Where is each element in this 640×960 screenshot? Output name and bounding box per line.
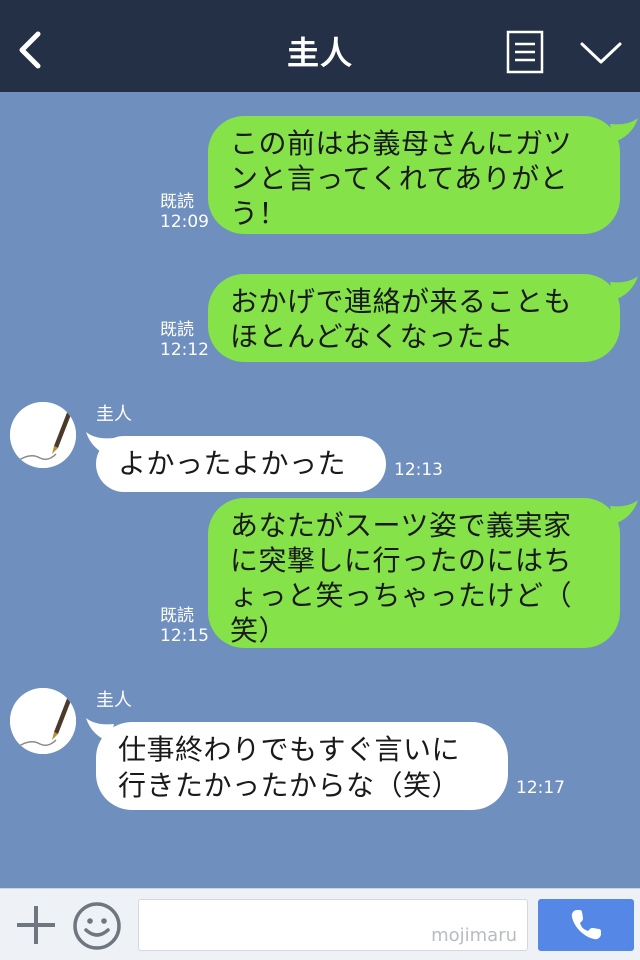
outgoing-message-bubble[interactable]: おかげで連絡が来ることも ほとんどなくなったよ xyxy=(208,274,620,362)
bubble-tail xyxy=(610,276,638,300)
sender-name: 圭人 xyxy=(96,690,132,711)
bubble-tail xyxy=(610,118,638,142)
message-input[interactable]: mojimaru xyxy=(138,899,528,951)
bubble-tail xyxy=(610,500,638,524)
message-time: 12:13 xyxy=(394,460,443,480)
message-list[interactable]: 既読 12:09 この前はお義母さんにガツ ンと言ってくれてありがと う！ 既読… xyxy=(0,92,640,888)
input-bar: mojimaru xyxy=(0,888,640,960)
read-receipt: 既読 xyxy=(160,606,194,626)
message-meta: 既読 12:12 xyxy=(160,320,209,360)
avatar[interactable] xyxy=(10,688,76,754)
message-time: 12:12 xyxy=(160,340,209,360)
incoming-message-bubble[interactable]: 仕事終わりでもすぐ言いに 行きたかったからな（笑） xyxy=(96,722,508,810)
outgoing-message-bubble[interactable]: この前はお義母さんにガツ ンと言ってくれてありがと う！ xyxy=(208,116,620,234)
message-time: 12:15 xyxy=(160,626,209,646)
message-time: 12:17 xyxy=(516,778,565,798)
pen-drawing-icon xyxy=(10,688,76,754)
phone-icon xyxy=(571,910,601,940)
pen-drawing-icon xyxy=(10,402,76,468)
outgoing-message-bubble[interactable]: あなたがスーツ姿で義実家 に突撃しに行ったのにはち ょっと笑っちゃったけど（ 笑… xyxy=(208,498,620,648)
notes-icon[interactable] xyxy=(506,30,544,74)
message-time: 12:09 xyxy=(160,212,209,232)
call-button[interactable] xyxy=(538,899,634,951)
read-receipt: 既読 xyxy=(160,192,194,212)
chat-header: 圭人 xyxy=(0,0,640,92)
read-receipt: 既読 xyxy=(160,320,194,340)
sender-name: 圭人 xyxy=(96,404,132,425)
chat-title: 圭人 xyxy=(286,34,353,72)
smile-icon[interactable] xyxy=(72,901,122,951)
avatar[interactable] xyxy=(10,402,76,468)
incoming-message-bubble[interactable]: よかったよかった xyxy=(96,436,386,492)
chevron-down-icon[interactable] xyxy=(578,38,624,68)
message-meta: 既読 12:15 xyxy=(160,606,209,646)
watermark-text: mojimaru xyxy=(431,925,517,946)
message-meta: 既読 12:09 xyxy=(160,192,209,232)
plus-icon[interactable] xyxy=(14,903,58,947)
